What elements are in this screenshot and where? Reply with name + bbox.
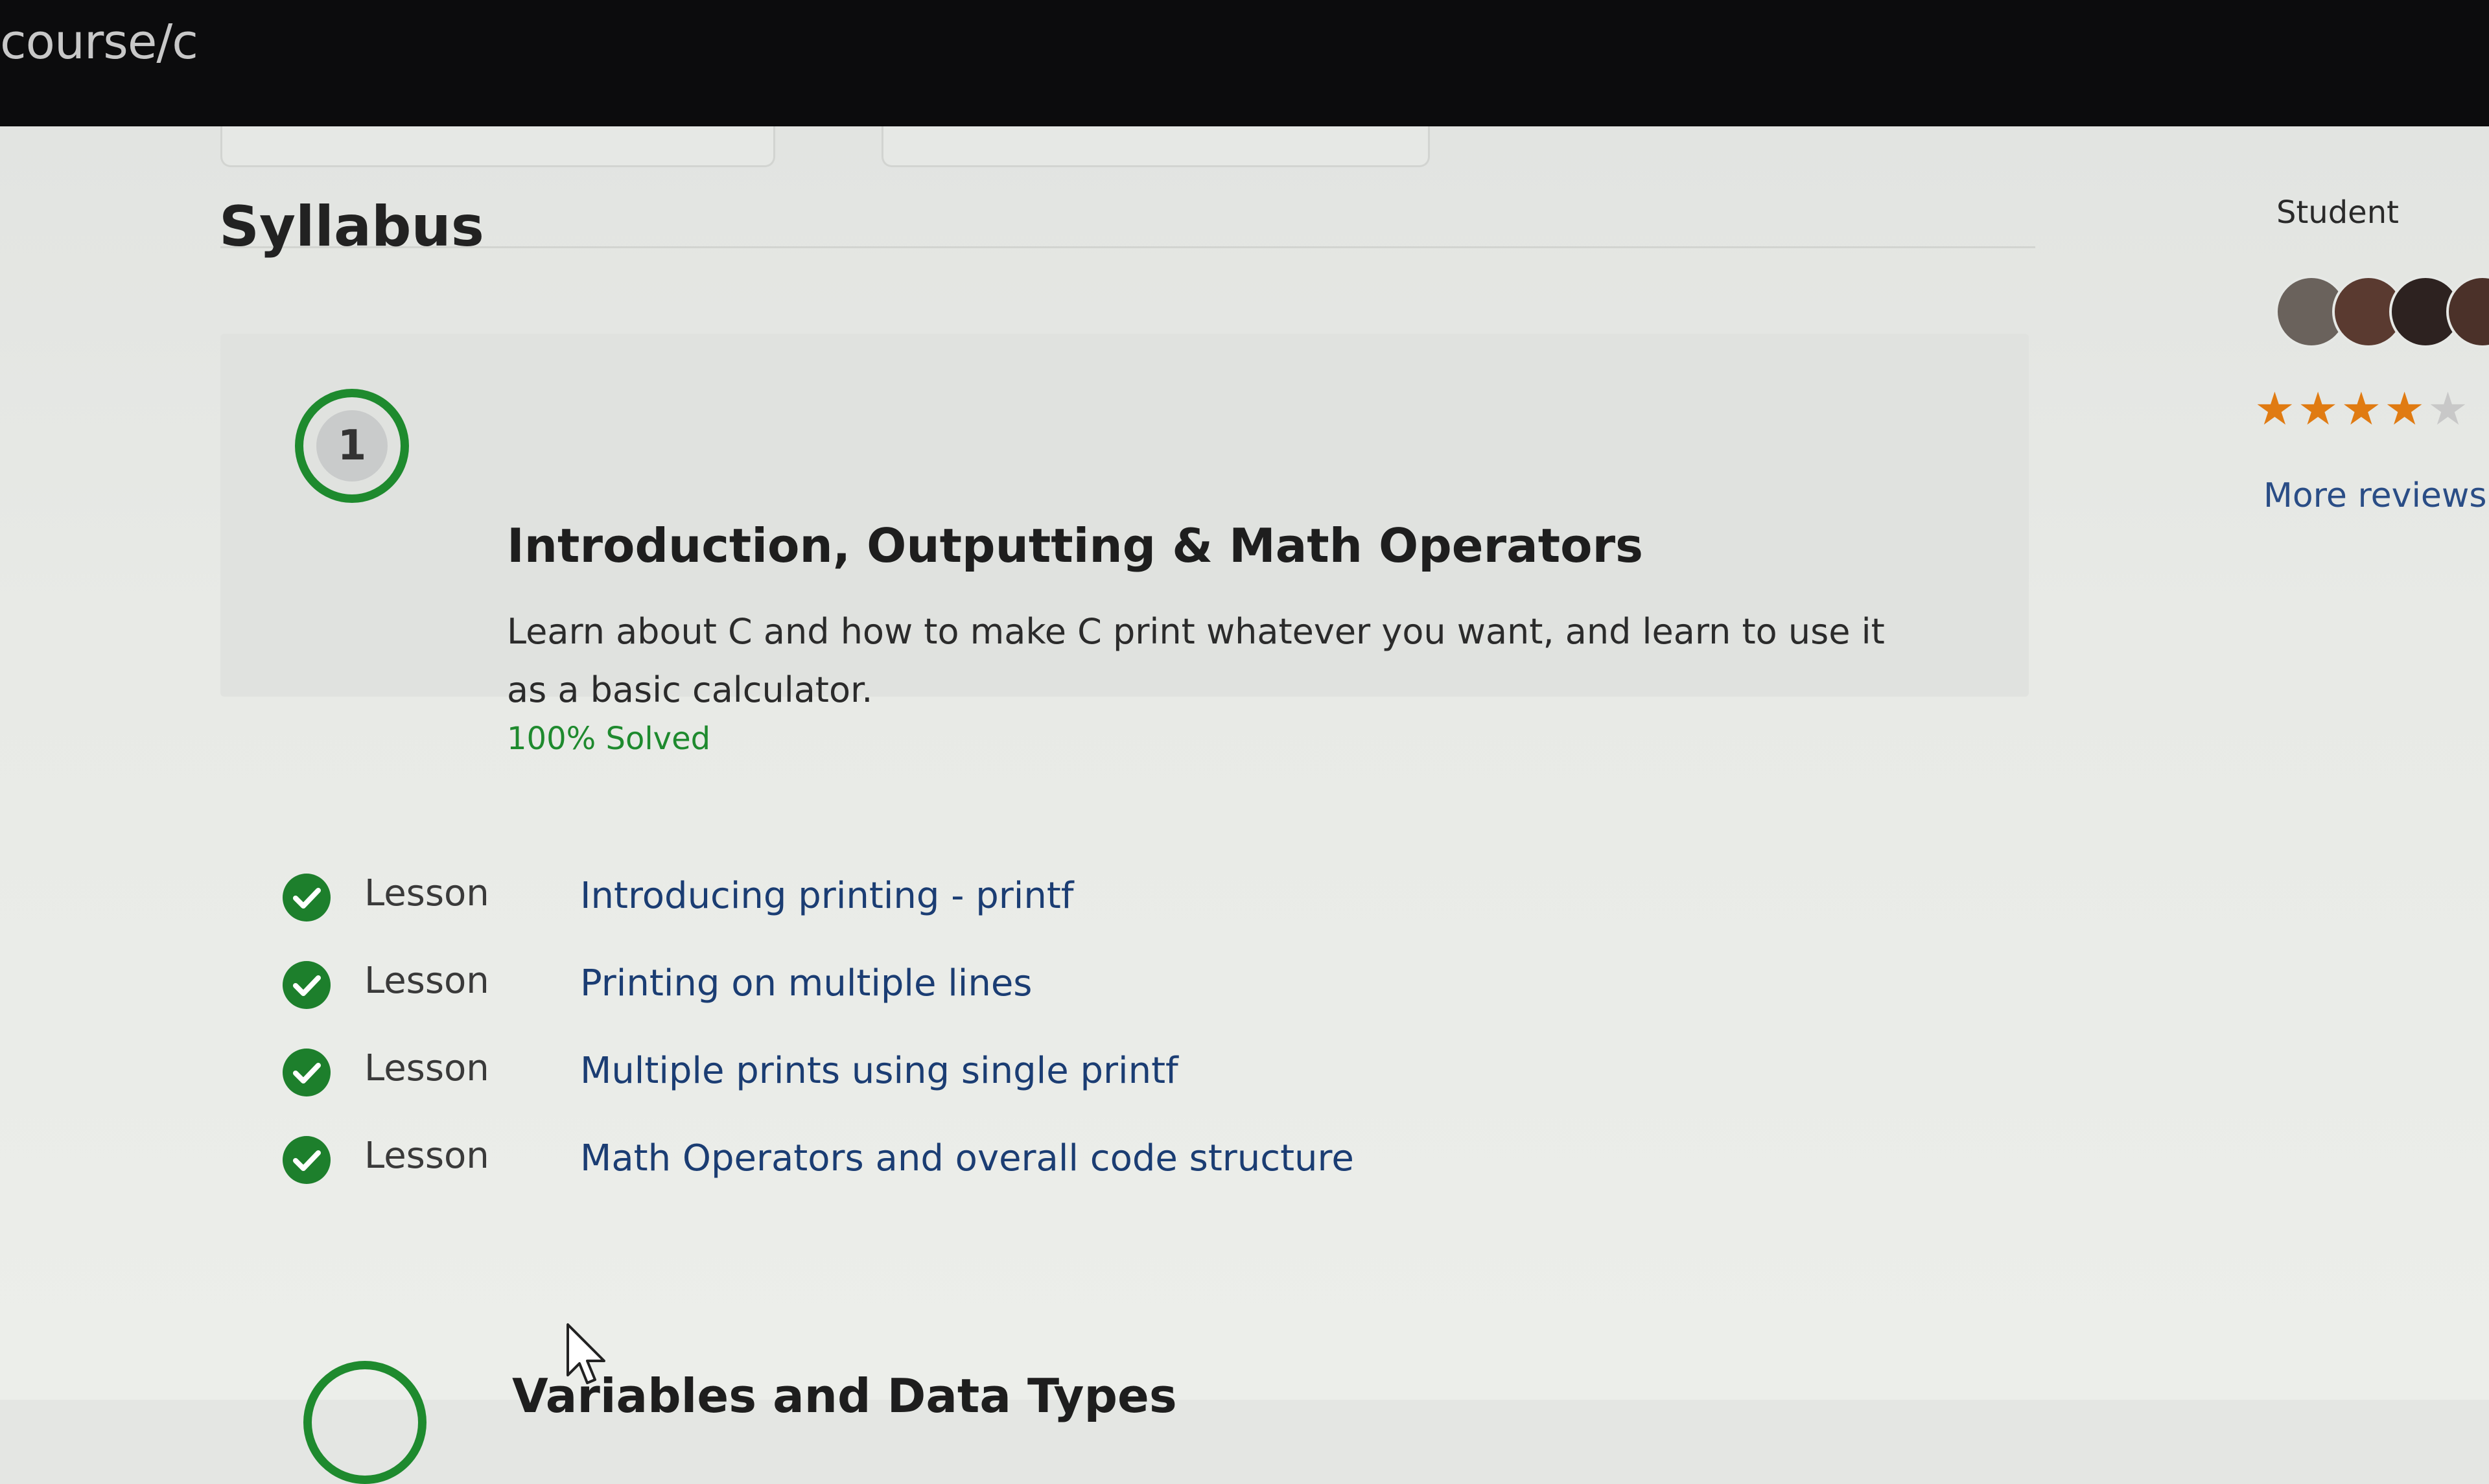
lesson-link[interactable]: Introducing printing - printf xyxy=(580,875,1074,917)
top-tab-box-2 xyxy=(882,126,1430,167)
more-reviews-link[interactable]: More reviews xyxy=(2263,476,2487,515)
star-empty-icon: ★ xyxy=(2427,382,2471,435)
syllabus-heading: Syllabus xyxy=(219,194,484,259)
url-text[interactable]: course/c xyxy=(0,14,198,70)
check-circle-icon xyxy=(283,1136,331,1184)
check-circle-icon xyxy=(283,1049,331,1096)
lesson-row[interactable]: Lesson Introducing printing - printf xyxy=(279,868,1964,956)
star-icon: ★ xyxy=(2297,382,2341,435)
module-title[interactable]: Introduction, Outputting & Math Operator… xyxy=(507,518,1643,573)
star-icon: ★ xyxy=(2341,382,2385,435)
top-tab-box-1 xyxy=(220,126,775,167)
star-icon: ★ xyxy=(2254,382,2298,435)
section-divider xyxy=(220,246,2035,248)
avatar xyxy=(2446,275,2489,348)
lesson-link[interactable]: Printing on multiple lines xyxy=(580,962,1032,1004)
lesson-list: Lesson Introducing printing - printf Les… xyxy=(279,868,1964,1218)
mouse-cursor-icon xyxy=(567,1323,605,1384)
module-progress: 100% Solved xyxy=(507,721,711,757)
module-description: Learn about C and how to make C print wh… xyxy=(507,611,1885,710)
lesson-type-label: Lesson xyxy=(364,872,489,914)
student-avatars xyxy=(2275,275,2489,353)
check-circle-icon xyxy=(283,874,331,922)
module-number-badge: 1 xyxy=(295,389,409,503)
module-number: 1 xyxy=(316,410,388,481)
lesson-type-label: Lesson xyxy=(364,1135,489,1177)
rating-stars: ★★★★★ xyxy=(2254,382,2471,435)
browser-url-bar[interactable]: course/c xyxy=(0,0,2489,126)
lesson-link[interactable]: Math Operators and overall code structur… xyxy=(580,1137,1354,1179)
lesson-type-label: Lesson xyxy=(364,960,489,1002)
next-module-title[interactable]: Variables and Data Types xyxy=(512,1369,1177,1423)
next-module-badge xyxy=(303,1361,427,1484)
lesson-link[interactable]: Multiple prints using single printf xyxy=(580,1050,1178,1092)
student-label: Student xyxy=(2276,194,2399,231)
lesson-row[interactable]: Lesson Multiple prints using single prin… xyxy=(279,1043,1964,1131)
lesson-row[interactable]: Lesson Math Operators and overall code s… xyxy=(279,1131,1964,1218)
lesson-type-label: Lesson xyxy=(364,1047,489,1089)
lesson-row[interactable]: Lesson Printing on multiple lines xyxy=(279,956,1964,1043)
star-icon: ★ xyxy=(2384,382,2428,435)
check-circle-icon xyxy=(283,961,331,1009)
